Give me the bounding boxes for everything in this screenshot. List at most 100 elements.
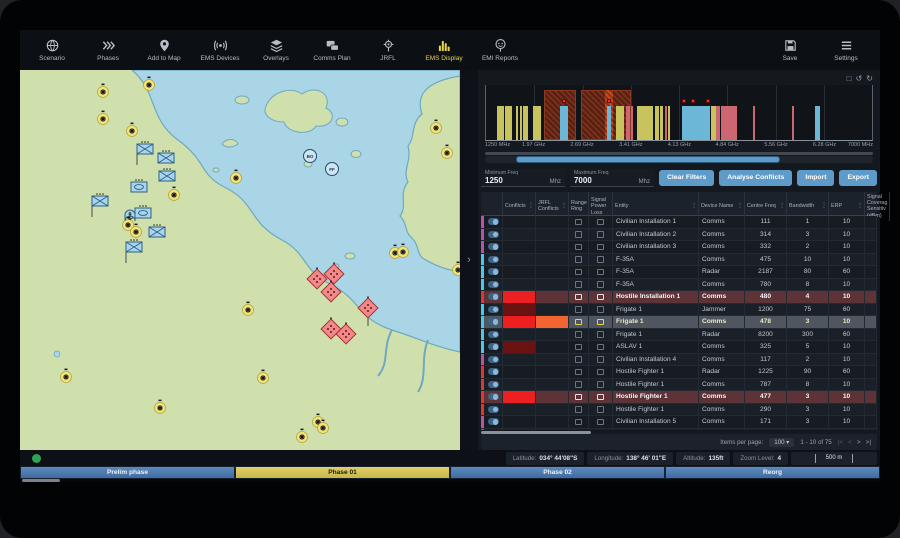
signal-power-loss-checkbox[interactable] [597,306,604,313]
row-toggle[interactable] [488,331,499,338]
toolbar-item-save[interactable]: Save [762,38,818,62]
range-ring-checkbox[interactable] [575,419,582,426]
phase-segment-reorg[interactable]: Reorg [665,466,880,479]
row-toggle[interactable] [488,381,499,388]
toolbar-item-jrfl[interactable]: JRFL [360,38,416,62]
range-ring-checkbox[interactable] [575,331,582,338]
spectrum-band[interactable] [631,106,634,140]
import-button[interactable]: Import [797,170,834,186]
spectrum-band[interactable] [660,106,663,140]
table-row[interactable]: Hostile Fighter 1Comms787810 [481,379,877,392]
row-toggle[interactable] [488,318,499,325]
signal-power-loss-checkbox[interactable] [597,269,604,276]
row-toggle[interactable] [488,293,499,300]
row-toggle[interactable] [488,218,499,225]
spectrum-band[interactable] [616,106,624,140]
range-ring-checkbox[interactable] [575,219,582,226]
row-toggle[interactable] [488,393,499,400]
table-row[interactable]: Civilian Installation 3Comms332210 [481,241,877,254]
spectrum-band[interactable] [716,106,719,140]
range-ring-checkbox[interactable] [575,394,582,401]
row-toggle[interactable] [488,418,499,425]
spectrum-plot[interactable] [485,85,873,141]
range-ring-checkbox[interactable] [575,231,582,238]
signal-power-loss-checkbox[interactable] [597,231,604,238]
table-row[interactable]: Frigate 1Comms478310 [481,316,877,329]
toolbar-item-overlays[interactable]: Overlays [248,38,304,62]
range-ring-checkbox[interactable] [575,269,582,276]
toolbar-item-scenario[interactable]: Scenario [24,38,80,62]
row-toggle[interactable] [488,406,499,413]
range-ring-checkbox[interactable] [575,244,582,251]
range-ring-checkbox[interactable] [575,369,582,376]
export-button[interactable]: Export [839,170,877,186]
table-row[interactable]: Civilian Installation 5Comms171310 [481,416,877,429]
spectrum-band[interactable] [516,106,518,140]
timeline-scroll-thumb[interactable] [22,479,60,482]
range-ring-checkbox[interactable] [575,381,582,388]
range-ring-checkbox[interactable] [575,344,582,351]
signal-power-loss-checkbox[interactable] [597,331,604,338]
row-toggle[interactable] [488,356,499,363]
signal-power-loss-checkbox[interactable] [597,219,604,226]
signal-power-loss-checkbox[interactable] [597,244,604,251]
spectrum-band[interactable] [711,106,716,140]
column-menu-icon[interactable]: ⋮ [821,203,827,210]
table-row[interactable]: Hostile Fighter 1Comms477310 [481,391,877,404]
collapse-panel-chevron-icon[interactable]: › [467,254,471,266]
ship-unit-symbol[interactable]: BO [304,150,317,163]
table-row[interactable]: F-35AComms780810 [481,279,877,292]
map-view[interactable]: BO FF [20,70,460,450]
spectrum-band[interactable] [792,106,794,140]
table-row[interactable]: Hostile Fighter 1Radar12259060 [481,366,877,379]
undo-icon[interactable]: ↺ [856,73,863,85]
row-toggle[interactable] [488,368,499,375]
spectrum-band[interactable] [560,106,568,140]
phase-segment-prelim-phase[interactable]: Prelim phase [20,466,235,479]
first-page-icon[interactable]: |< [838,439,843,446]
column-menu-icon[interactable]: ⋮ [691,203,697,210]
spectrum-band[interactable] [753,106,755,140]
spectrum-band[interactable] [665,106,667,140]
table-row[interactable]: Hostile Fighter 1Comms290310 [481,404,877,417]
toolbar-item-phases[interactable]: Phases [80,38,136,62]
toolbar-item-emi-reports[interactable]: EMI Reports [472,38,528,62]
signal-power-loss-checkbox[interactable] [597,294,604,301]
range-ring-checkbox[interactable] [575,319,582,326]
phase-segment-phase-01[interactable]: Phase 01 [235,466,450,479]
signal-power-loss-checkbox[interactable] [597,319,604,326]
toolbar-item-add-to-map[interactable]: Add to Map [136,38,192,62]
toolbar-item-ems-display[interactable]: EMS Display [416,38,472,62]
signal-power-loss-checkbox[interactable] [597,256,604,263]
max-freq-input[interactable]: Maximum Freq 7000 Mhz [570,169,654,187]
toolbar-item-ems-devices[interactable]: EMS Devices [192,38,248,62]
table-row[interactable]: Frigate 1Jammer12007560 [481,304,877,317]
prev-page-icon[interactable]: < [848,439,852,446]
spectrum-band[interactable] [626,106,630,140]
ship-unit-symbol[interactable]: FF [326,163,339,176]
spectrum-scroll-thumb[interactable] [516,156,780,163]
range-ring-checkbox[interactable] [575,294,582,301]
range-ring-checkbox[interactable] [575,256,582,263]
spectrum-band[interactable] [533,106,540,140]
column-menu-icon[interactable]: ⋮ [737,203,743,210]
toolbar-item-comms-plan[interactable]: Comms Plan [304,38,360,62]
analyse-conflicts-button[interactable]: Analyse Conflicts [719,170,792,186]
range-ring-checkbox[interactable] [575,281,582,288]
table-row[interactable]: Frigate 1Radar820030060 [481,329,877,342]
range-ring-checkbox[interactable] [575,356,582,363]
signal-power-loss-checkbox[interactable] [597,281,604,288]
signal-power-loss-checkbox[interactable] [597,344,604,351]
row-toggle[interactable] [488,256,499,263]
table-row[interactable]: Civilian Installation 2Comms314310 [481,229,877,242]
min-freq-input[interactable]: Minimum Freq 1250 Mhz [481,169,565,187]
row-toggle[interactable] [488,306,499,313]
column-menu-icon[interactable]: ⋮ [561,203,567,210]
next-page-icon[interactable]: > [857,439,861,446]
spectrum-band[interactable] [607,106,611,140]
table-row[interactable]: Civilian Installation 1Comms111110 [481,216,877,229]
row-toggle[interactable] [488,268,499,275]
table-hscroll-thumb[interactable] [481,431,591,434]
spectrum-band[interactable] [520,106,522,140]
signal-power-loss-checkbox[interactable] [597,381,604,388]
